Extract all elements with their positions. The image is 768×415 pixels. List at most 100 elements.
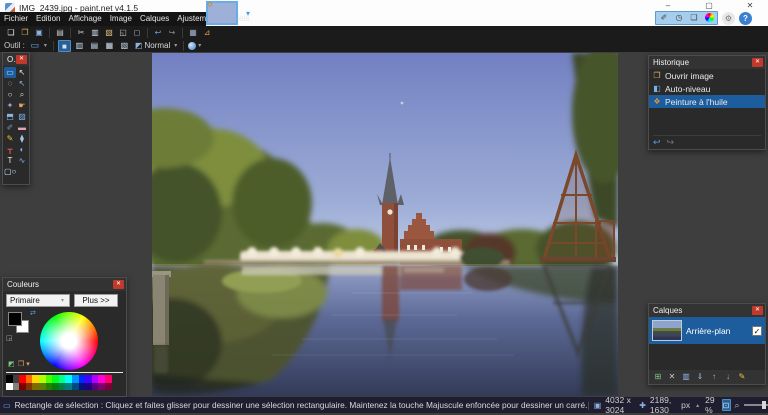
- history-item[interactable]: ◧ Auto-niveau: [649, 82, 765, 95]
- tool-button[interactable]: ✐: [4, 122, 16, 133]
- toolbar-button[interactable]: ◱: [116, 27, 130, 39]
- toolbar-button[interactable]: ▦: [186, 27, 200, 39]
- toolbar-button[interactable]: ↩: [151, 27, 165, 39]
- image-list-icon[interactable]: ▾: [246, 9, 250, 18]
- image-tab[interactable]: ✶: [206, 1, 238, 25]
- toolbar-button[interactable]: ❏: [4, 27, 18, 39]
- palette-swatch[interactable]: [72, 375, 79, 383]
- selection-mode-button[interactable]: ▧: [118, 40, 131, 52]
- color-wheel-selector[interactable]: [67, 339, 72, 344]
- palette-swatch[interactable]: [59, 375, 66, 383]
- tools-window-toggle[interactable]: ✐: [657, 12, 671, 24]
- selection-mode-button[interactable]: ▦: [103, 40, 116, 52]
- menu-item[interactable]: Calques: [136, 12, 173, 26]
- toolbar-button[interactable]: ▥: [88, 27, 102, 39]
- tool-button[interactable]: ◌: [4, 78, 16, 89]
- tool-button[interactable]: ✎: [4, 133, 16, 144]
- palette-swatch[interactable]: [98, 383, 105, 391]
- tool-button[interactable]: ▢○: [4, 166, 16, 177]
- selection-mode-button[interactable]: ▥: [73, 40, 86, 52]
- toolbar-button[interactable]: ⊿: [200, 27, 214, 39]
- palette-swatch[interactable]: [46, 383, 53, 391]
- palette-swatch[interactable]: [85, 383, 92, 391]
- palette-swatch[interactable]: [92, 383, 99, 391]
- layer-toolbar-button[interactable]: ⊞: [652, 371, 664, 383]
- colors-window-toggle[interactable]: [702, 12, 716, 24]
- menu-item[interactable]: Edition: [32, 12, 64, 26]
- help-button[interactable]: ?: [739, 12, 752, 25]
- tool-button[interactable]: ↖: [16, 78, 28, 89]
- palette-swatch[interactable]: [79, 375, 86, 383]
- palette-swatch[interactable]: [59, 383, 66, 391]
- layer-toolbar-button[interactable]: ✕: [666, 371, 678, 383]
- toolbar-button[interactable]: ▧: [102, 27, 116, 39]
- palette-swatch[interactable]: [46, 375, 53, 383]
- zoom-out-icon[interactable]: ⌕: [735, 400, 740, 411]
- close-icon[interactable]: ✕: [113, 280, 124, 289]
- layer-toolbar-button[interactable]: ↑: [708, 371, 720, 383]
- blend-mode-icon[interactable]: [188, 42, 196, 50]
- palette-swatch[interactable]: [65, 375, 72, 383]
- tool-button[interactable]: ○: [4, 89, 16, 100]
- selection-mode-button[interactable]: ▤: [88, 40, 101, 52]
- canvas[interactable]: [152, 53, 618, 396]
- close-icon[interactable]: ✕: [752, 306, 763, 315]
- primary-color-swatch[interactable]: [8, 312, 22, 326]
- palette-swatch[interactable]: [32, 383, 39, 391]
- palette-swatch[interactable]: [65, 383, 72, 391]
- tool-button[interactable]: ▬: [16, 122, 28, 133]
- tool-button[interactable]: ☛: [16, 100, 28, 111]
- tool-button[interactable]: ∿: [16, 155, 28, 166]
- colors-panel-titlebar[interactable]: Couleurs ✕: [3, 278, 126, 291]
- palette-swatch[interactable]: [39, 375, 46, 383]
- tool-button[interactable]: ↖: [16, 67, 28, 78]
- color-mode-select[interactable]: Primaire ▾: [6, 294, 70, 307]
- toolbar-button[interactable]: ▤: [53, 27, 67, 39]
- close-icon[interactable]: ✕: [752, 58, 763, 67]
- tool-button[interactable]: ⌕: [16, 89, 28, 100]
- chevron-down-icon[interactable]: ▾: [44, 42, 47, 49]
- palette-swatch[interactable]: [52, 383, 59, 391]
- menu-item[interactable]: Affichage: [64, 12, 105, 26]
- swap-colors-icon[interactable]: ⇄: [30, 309, 36, 317]
- layers-panel-titlebar[interactable]: Calques ✕: [649, 304, 765, 317]
- zoom-to-window-button[interactable]: ⊡: [722, 399, 731, 411]
- active-tool-icon[interactable]: ▭: [28, 40, 42, 51]
- close-icon[interactable]: ✕: [16, 55, 27, 64]
- window-control-button[interactable]: ▢: [703, 0, 715, 11]
- menu-item[interactable]: Image: [106, 12, 136, 26]
- toolbar-button[interactable]: ↪: [165, 27, 179, 39]
- toolbar-button[interactable]: ✂: [74, 27, 88, 39]
- palette-swatch[interactable]: [105, 375, 112, 383]
- redo-icon[interactable]: ↪: [667, 137, 675, 148]
- palette-swatch[interactable]: [79, 383, 86, 391]
- menu-item[interactable]: Fichier: [0, 12, 32, 26]
- chevron-down-icon[interactable]: ▴: [696, 402, 699, 409]
- tool-button[interactable]: ◐: [16, 144, 28, 155]
- tool-button[interactable]: ┳: [4, 144, 16, 155]
- palette-swatch[interactable]: [85, 375, 92, 383]
- zoom-slider[interactable]: [744, 404, 768, 406]
- palette-swatch[interactable]: [19, 383, 26, 391]
- history-item[interactable]: ❐ Ouvrir image: [649, 69, 765, 82]
- tool-button[interactable]: ▭: [4, 67, 16, 78]
- palette-swatch[interactable]: [6, 383, 13, 391]
- palette-swatch[interactable]: [13, 375, 20, 383]
- toolbar-button[interactable]: ▣: [32, 27, 46, 39]
- toolbar-button[interactable]: ◻: [130, 27, 144, 39]
- palette-swatch[interactable]: [98, 375, 105, 383]
- more-colors-button[interactable]: Plus >>: [74, 294, 118, 307]
- palette-swatch[interactable]: [92, 375, 99, 383]
- palette-swatch[interactable]: [52, 375, 59, 383]
- palette-swatch[interactable]: [32, 375, 39, 383]
- tools-panel-titlebar[interactable]: Outils ✕: [3, 53, 29, 66]
- tool-button[interactable]: ✦: [4, 100, 16, 111]
- tool-button[interactable]: ⧫: [16, 133, 28, 144]
- unit-dropdown[interactable]: px: [681, 400, 690, 410]
- layer-toolbar-button[interactable]: ▥: [680, 371, 692, 383]
- palette-swatch[interactable]: [19, 375, 26, 383]
- history-item[interactable]: ❖ Peinture à l'huile: [649, 95, 765, 108]
- layer-visibility-checkbox[interactable]: ✓: [752, 326, 762, 336]
- palette-swatch[interactable]: [26, 375, 33, 383]
- palette-menu-icon[interactable]: ❒ ▾: [18, 360, 30, 368]
